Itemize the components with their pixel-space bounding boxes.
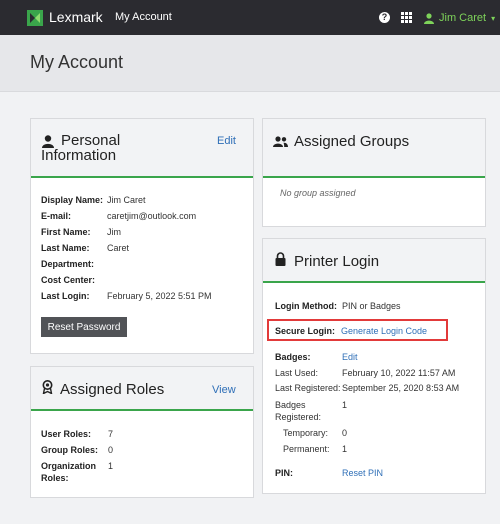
apps-grid-icon[interactable] xyxy=(401,12,412,23)
last-registered-label: Last Registered: xyxy=(275,383,341,393)
last-login-label: Last Login: xyxy=(41,291,90,301)
group-roles-value: 0 xyxy=(108,445,114,455)
temporary-label: Temporary: xyxy=(283,428,329,438)
lock-icon xyxy=(275,252,286,266)
help-icon[interactable]: ? xyxy=(379,12,390,23)
assigned-groups-card: Assigned Groups No group assigned xyxy=(262,118,486,227)
login-method-value: PIN or Badges xyxy=(342,301,401,311)
temporary-value: 0 xyxy=(342,428,348,438)
lexmark-logo-icon[interactable] xyxy=(27,10,43,26)
organization-roles-label-line2: Roles: xyxy=(41,473,69,483)
users-group-icon xyxy=(273,136,288,147)
organization-roles-value: 1 xyxy=(108,461,114,471)
personal-info-title-line1: Personal xyxy=(61,132,121,149)
app-name[interactable]: My Account xyxy=(115,11,172,23)
email-value: caretjim@outlook.com xyxy=(107,211,197,221)
user-menu[interactable]: Jim Caret ▾ xyxy=(424,10,495,26)
last-login-value: February 5, 2022 5:51 PM xyxy=(107,291,212,301)
page-title: My Account xyxy=(30,52,124,72)
generate-login-code-link[interactable]: Generate Login Code xyxy=(341,326,427,336)
edit-badges-link[interactable]: Edit xyxy=(342,352,358,362)
login-method-label: Login Method: xyxy=(275,301,337,311)
chevron-down-icon: ▾ xyxy=(491,13,496,23)
user-name: Jim Caret xyxy=(439,12,487,24)
card-header: Personal Information Edit xyxy=(31,119,253,178)
secure-login-label: Secure Login: xyxy=(275,326,336,336)
badges-registered-value: 1 xyxy=(342,400,348,410)
printer-login-title: Printer Login xyxy=(294,253,380,270)
last-registered-value: September 25, 2020 8:53 AM xyxy=(342,383,460,393)
group-roles-label: Group Roles: xyxy=(41,445,99,455)
user-icon xyxy=(424,12,434,24)
first-name-value: Jim xyxy=(107,227,121,237)
card-header: Printer Login xyxy=(263,239,485,283)
badges-registered-label-line2: Registered: xyxy=(275,412,322,422)
view-roles-link[interactable]: View xyxy=(212,384,236,396)
pin-label: PIN: xyxy=(275,468,293,478)
personal-information-card: Personal Information Edit Display Name: … xyxy=(30,118,254,354)
permanent-value: 1 xyxy=(342,444,348,454)
edit-personal-link[interactable]: Edit xyxy=(217,135,236,147)
award-icon xyxy=(42,380,53,394)
last-name-label: Last Name: xyxy=(41,243,90,253)
email-label: E-mail: xyxy=(41,211,72,221)
cost-center-label: Cost Center: xyxy=(41,275,96,285)
permanent-label: Permanent: xyxy=(283,444,330,454)
organization-roles-label-line1: Organization xyxy=(41,461,97,471)
printer-login-card: Printer Login Login Method: PIN or Badge… xyxy=(262,238,486,494)
user-roles-value: 7 xyxy=(108,429,114,439)
brand-name[interactable]: Lexmark xyxy=(49,9,103,25)
card-header: Assigned Roles View xyxy=(31,367,253,411)
assigned-roles-title: Assigned Roles xyxy=(60,381,165,398)
user-roles-label: User Roles: xyxy=(41,429,92,439)
last-used-value: February 10, 2022 11:57 AM xyxy=(342,368,456,378)
top-navigation-bar: Lexmark My Account ? Jim Caret ▾ xyxy=(0,0,500,35)
badges-label: Badges: xyxy=(275,352,311,362)
reset-pin-link[interactable]: Reset PIN xyxy=(342,468,383,478)
no-group-message: No group assigned xyxy=(280,188,356,198)
first-name-label: First Name: xyxy=(41,227,91,237)
badges-registered-label-line1: Badges xyxy=(275,400,306,410)
reset-password-button[interactable]: Reset Password xyxy=(41,317,127,337)
display-name-value: Jim Caret xyxy=(107,195,146,205)
assigned-roles-card: Assigned Roles View User Roles: 7 Group … xyxy=(30,366,254,498)
last-name-value: Caret xyxy=(107,243,130,253)
department-label: Department: xyxy=(41,259,95,269)
last-used-label: Last Used: xyxy=(275,368,319,378)
personal-info-title-line2: Information xyxy=(41,147,117,164)
display-name-label: Display Name: xyxy=(41,195,104,205)
assigned-groups-title: Assigned Groups xyxy=(294,133,410,150)
card-header: Assigned Groups xyxy=(263,119,485,178)
